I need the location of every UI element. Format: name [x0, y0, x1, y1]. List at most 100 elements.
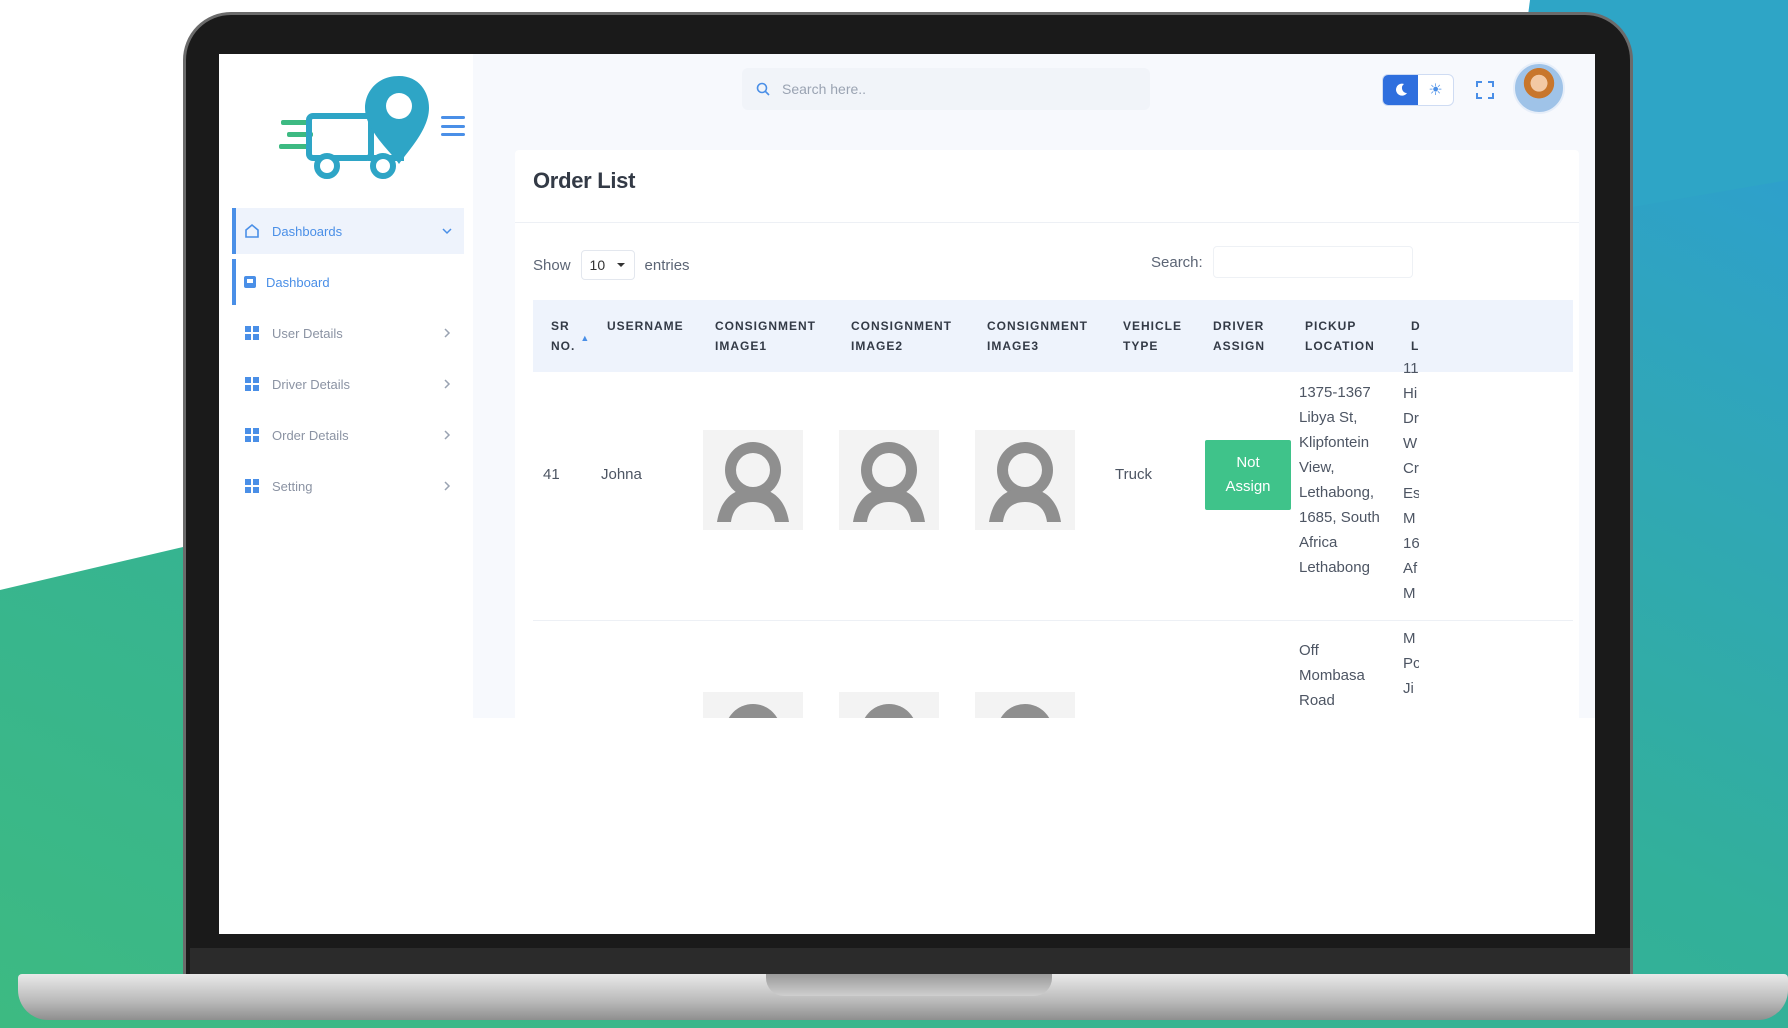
moon-icon[interactable]	[1383, 75, 1418, 105]
header-line: IMAGE1	[715, 339, 768, 353]
column-header-consignment-image2[interactable]: CONSIGNMENT IMAGE2	[851, 316, 952, 356]
user-placeholder-icon	[975, 692, 1075, 718]
header-line: ASSIGN	[1213, 339, 1266, 353]
pickup-line: 1685, South	[1299, 509, 1380, 526]
badge-line: Assign	[1225, 478, 1271, 495]
column-header-consignment-image3[interactable]: CONSIGNMENT IMAGE3	[987, 316, 1088, 356]
table-search-input[interactable]	[1212, 246, 1413, 278]
pickup-line: 1375-1367	[1299, 384, 1371, 401]
drop-line: 11;	[1403, 360, 1419, 377]
sidebar-item-driver-details[interactable]: Driver Details	[232, 361, 464, 407]
header-line: NO.	[551, 339, 576, 353]
header-line: LOCATION	[1305, 339, 1375, 353]
grid-icon	[245, 479, 259, 493]
sidebar-item-dashboards[interactable]: Dashboards	[232, 208, 464, 254]
pickup-line: View,	[1299, 459, 1335, 476]
consignment-image-2[interactable]	[839, 692, 939, 718]
entries-select[interactable]: 10	[580, 250, 635, 280]
drop-line: Ji	[1403, 680, 1414, 697]
header-line: L	[1411, 339, 1420, 353]
laptop-screen: Dashboards Dashboard User Details Driver…	[219, 54, 1595, 934]
sidebar-item-label: User Details	[272, 325, 343, 341]
card-divider	[515, 222, 1579, 223]
header-line: VEHICLE	[1123, 319, 1183, 333]
badge-line: Not	[1236, 454, 1260, 471]
sidebar-item-order-details[interactable]: Order Details	[232, 412, 464, 458]
fullscreen-icon[interactable]	[1473, 78, 1497, 102]
sort-asc-icon: ▲	[580, 333, 590, 343]
driver-assign-badge[interactable]: Not Assign	[1205, 440, 1291, 510]
sun-icon[interactable]: ☀	[1418, 75, 1453, 105]
search-label: Search:	[1151, 253, 1203, 271]
header-line: PICKUP	[1305, 319, 1357, 333]
header-line: DRIVER	[1213, 319, 1265, 333]
cell-drop-location-cut: M Pc Ji	[1403, 626, 1419, 701]
drop-line: Pc	[1403, 655, 1419, 672]
column-header-vehicle-type[interactable]: VEHICLE TYPE	[1123, 316, 1182, 356]
sidebar-item-label: Order Details	[272, 427, 349, 443]
sidebar-item-label: Driver Details	[272, 376, 351, 392]
sidebar-item-label: Dashboards	[272, 223, 343, 239]
cell-pickup-location: Off Mombasa Road	[1299, 638, 1399, 713]
drop-line: M	[1403, 630, 1416, 647]
theme-toggle[interactable]: ☀	[1382, 74, 1454, 106]
sidebar-item-label: Dashboard	[266, 274, 330, 290]
user-avatar[interactable]	[1513, 62, 1565, 114]
entries-length-control: Show 10 entries	[533, 250, 690, 280]
drop-line: Hi	[1403, 385, 1418, 402]
column-header-username[interactable]: USERNAME	[607, 316, 684, 336]
column-header-drop-location[interactable]: D L	[1411, 316, 1421, 356]
column-header-consignment-image1[interactable]: CONSIGNMENT IMAGE1	[715, 316, 816, 356]
drop-line: Es	[1403, 485, 1419, 502]
user-placeholder-icon	[703, 430, 803, 530]
cell-username: Johna	[601, 466, 642, 483]
show-label: Show	[533, 256, 571, 274]
pickup-line: Klipfontein	[1299, 434, 1370, 451]
header-line: USERNAME	[607, 319, 684, 333]
cell-sr-no: 41	[543, 466, 560, 483]
cell-vehicle-type: Truck	[1115, 466, 1152, 483]
consignment-image-1[interactable]	[703, 430, 803, 530]
sidebar-item-setting[interactable]: Setting	[232, 463, 464, 509]
search-icon	[756, 82, 770, 96]
row-divider	[533, 620, 1573, 621]
table-search: Search:	[1151, 246, 1413, 278]
header-line: CONSIGNMENT	[987, 319, 1088, 333]
grid-icon	[245, 377, 259, 391]
consignment-image-3[interactable]	[975, 430, 1075, 530]
sidebar-item-user-details[interactable]: User Details	[232, 310, 464, 356]
chevron-right-icon	[444, 430, 451, 440]
pickup-line: Lethabong,	[1299, 484, 1375, 501]
menu-toggle-icon[interactable]	[441, 116, 465, 136]
consignment-image-1[interactable]	[703, 692, 803, 718]
header-line: D	[1411, 319, 1421, 333]
pickup-line: Lethabong	[1299, 559, 1370, 576]
home-icon	[245, 223, 259, 238]
column-header-driver-assign[interactable]: DRIVER ASSIGN	[1213, 316, 1265, 356]
header-line: CONSIGNMENT	[851, 319, 952, 333]
sidebar-item-dashboard[interactable]: Dashboard	[232, 259, 464, 305]
consignment-image-3[interactable]	[975, 692, 1075, 718]
pickup-line: Libya St,	[1299, 409, 1358, 426]
column-header-sr-no[interactable]: SR NO. ▲	[551, 316, 589, 356]
user-placeholder-icon	[703, 692, 803, 718]
drop-line: 16	[1403, 535, 1419, 552]
consignment-image-2[interactable]	[839, 430, 939, 530]
user-placeholder-icon	[839, 430, 939, 530]
drop-line: Cr	[1403, 460, 1419, 477]
global-search-input[interactable]: Search here..	[742, 68, 1150, 110]
cell-drop-location-cut: 11; Hi Dr W Cr Es M 16 Af M	[1403, 356, 1419, 606]
chevron-right-icon	[444, 379, 451, 389]
chevron-down-icon	[616, 263, 625, 267]
chevron-right-icon	[444, 328, 451, 338]
sidebar: Dashboards Dashboard User Details Driver…	[219, 54, 473, 718]
laptop-notch	[766, 974, 1052, 996]
chevron-down-icon	[442, 228, 452, 235]
drop-line: Dr	[1403, 410, 1419, 427]
pickup-line: Africa	[1299, 534, 1338, 551]
column-header-pickup-location[interactable]: PICKUP LOCATION	[1305, 316, 1375, 356]
cell-pickup-location: 1375-1367 Libya St, Klipfontein View, Le…	[1299, 380, 1399, 580]
drop-line: M	[1403, 510, 1416, 527]
order-list-card: Order List Show 10 entries Search: SR NO…	[515, 150, 1579, 718]
entries-value: 10	[589, 257, 606, 273]
